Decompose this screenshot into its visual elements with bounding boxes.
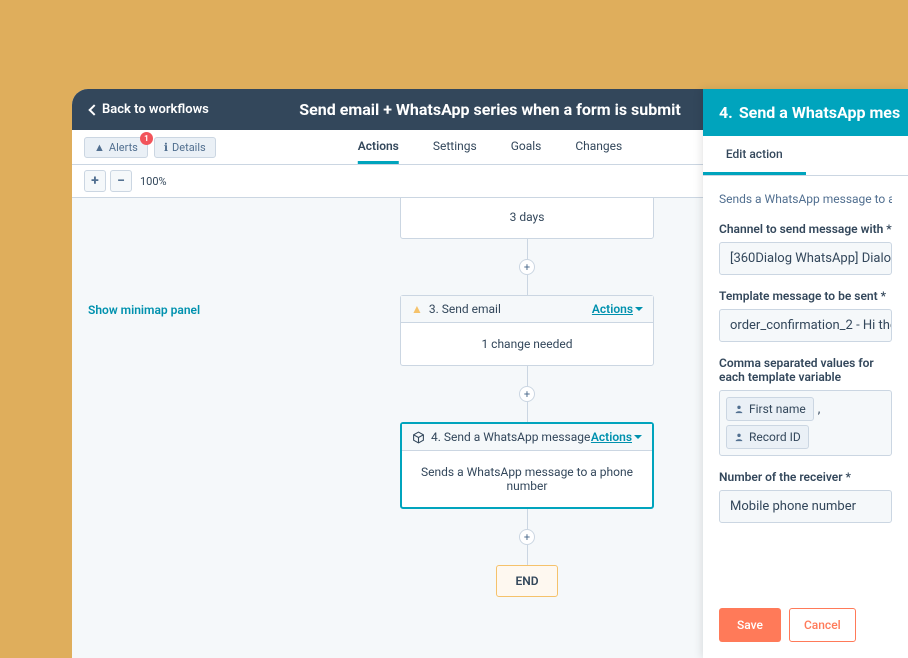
node-delay-body: 3 days	[401, 198, 653, 238]
workflow-title: Send email + WhatsApp series when a form…	[299, 100, 680, 119]
panel-tab-edit-action[interactable]: Edit action	[703, 136, 806, 175]
panel-header-title: Send a WhatsApp mes	[739, 103, 900, 122]
action-edit-panel: 4. Send a WhatsApp mes Edit action Sends…	[703, 89, 908, 658]
node-send-email[interactable]: ▲ 3. Send email Actions 1 change needed	[400, 295, 654, 366]
tab-changes[interactable]: Changes	[575, 130, 622, 164]
alerts-button[interactable]: ▲ Alerts 1	[84, 137, 148, 158]
template-label: Template message to be sent *	[719, 289, 892, 303]
person-icon	[734, 432, 744, 442]
cube-icon	[412, 431, 425, 444]
panel-tab-other[interactable]	[806, 136, 908, 175]
node-whatsapp-title: 4. Send a WhatsApp message	[431, 430, 590, 444]
node-send-whatsapp[interactable]: 4. Send a WhatsApp message Actions Sends…	[400, 422, 654, 509]
tab-goals[interactable]: Goals	[511, 130, 542, 164]
receiver-select[interactable]: Mobile phone number	[719, 490, 892, 523]
flow-column: 3 days + ▲ 3. Send email Actions 1 cha	[400, 198, 654, 597]
node-whatsapp-actions-dropdown[interactable]: Actions	[591, 430, 642, 444]
node-whatsapp-header: 4. Send a WhatsApp message Actions	[402, 424, 652, 451]
node-email-actions-dropdown[interactable]: Actions	[592, 302, 643, 316]
connector	[527, 275, 528, 295]
info-icon: ℹ	[164, 141, 168, 154]
alerts-badge: 1	[140, 132, 153, 145]
node-email-title: 3. Send email	[429, 302, 501, 316]
warning-icon: ▲	[411, 302, 423, 316]
node-email-header: ▲ 3. Send email Actions	[401, 296, 653, 323]
zoom-level: 100%	[140, 175, 167, 188]
details-label: Details	[172, 141, 206, 154]
zoom-out-button[interactable]: −	[110, 170, 132, 192]
panel-description: Sends a WhatsApp message to a pho	[719, 192, 892, 206]
add-step-button[interactable]: +	[519, 259, 535, 275]
node-whatsapp-body: Sends a WhatsApp message to a phone numb…	[402, 451, 652, 507]
add-step-button[interactable]: +	[519, 386, 535, 402]
cancel-button[interactable]: Cancel	[789, 608, 856, 642]
person-icon	[734, 404, 744, 414]
token-first-name[interactable]: First name	[726, 397, 814, 421]
back-to-workflows-link[interactable]: Back to workflows	[90, 102, 209, 117]
alerts-label: Alerts	[109, 141, 138, 154]
receiver-label: Number of the receiver *	[719, 470, 892, 484]
main-tabs: Actions Settings Goals Changes	[358, 130, 622, 164]
connector	[527, 402, 528, 422]
caret-down-icon	[635, 307, 643, 311]
tab-settings[interactable]: Settings	[433, 130, 477, 164]
channel-label: Channel to send message with *	[719, 222, 892, 236]
toolbar-buttons: ▲ Alerts 1 ℹ Details	[84, 137, 216, 158]
caret-down-icon	[634, 435, 642, 439]
variables-label: Comma separated values for each template…	[719, 356, 892, 384]
save-button[interactable]: Save	[719, 608, 781, 642]
tab-actions[interactable]: Actions	[358, 130, 399, 164]
connector	[527, 509, 528, 529]
comma-separator: ,	[818, 402, 821, 417]
connector	[527, 545, 528, 565]
add-step-button[interactable]: +	[519, 529, 535, 545]
token-record-id[interactable]: Record ID	[726, 425, 809, 449]
chevron-left-icon	[88, 104, 99, 115]
variables-input[interactable]: First name , Record ID	[719, 390, 892, 456]
panel-header-number: 4.	[719, 103, 733, 122]
connector	[527, 239, 528, 259]
panel-footer: Save Cancel	[703, 592, 908, 658]
zoom-in-button[interactable]: +	[84, 170, 106, 192]
node-email-body: 1 change needed	[401, 323, 653, 365]
panel-body: Sends a WhatsApp message to a pho Channe…	[703, 176, 908, 592]
panel-header: 4. Send a WhatsApp mes	[703, 89, 908, 136]
connector	[527, 366, 528, 386]
end-node: END	[496, 565, 557, 597]
details-button[interactable]: ℹ Details	[154, 137, 216, 158]
panel-tabs: Edit action	[703, 136, 908, 176]
back-label: Back to workflows	[102, 102, 209, 117]
node-partial: 3 days	[400, 198, 654, 239]
channel-select[interactable]: [360Dialog WhatsApp] Dialog	[719, 242, 892, 275]
alert-icon: ▲	[94, 141, 105, 154]
template-select[interactable]: order_confirmation_2 - Hi ther	[719, 309, 892, 342]
